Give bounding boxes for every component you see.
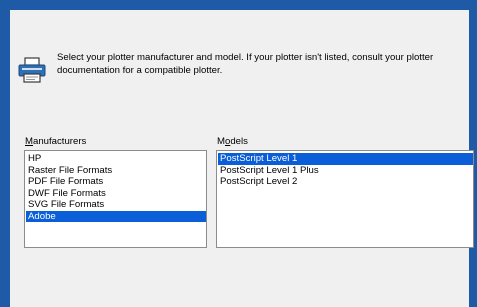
models-label-prefix: M (217, 136, 225, 147)
models-listbox[interactable]: PostScript Level 1 PostScript Level 1 Pl… (216, 150, 474, 248)
window-frame-top (0, 0, 477, 10)
model-item-postscript-level-2[interactable]: PostScript Level 2 (218, 176, 473, 188)
model-item-postscript-level-1[interactable]: PostScript Level 1 (218, 153, 473, 165)
model-item-postscript-level-1-plus[interactable]: PostScript Level 1 Plus (218, 165, 473, 177)
instruction-text: Select your plotter manufacturer and mod… (57, 52, 434, 76)
manufacturer-item-adobe[interactable]: Adobe (26, 210, 206, 222)
models-label-text: dels (230, 136, 248, 147)
manufacturer-item-pdf-file-formats[interactable]: PDF File Formats (26, 176, 206, 188)
manufacturers-label-accelerator: M (25, 136, 33, 147)
manufacturers-listbox[interactable]: HP Raster File Formats PDF File Formats … (24, 150, 207, 248)
models-label: Models (217, 136, 248, 147)
window-frame-left (0, 0, 10, 307)
manufacturer-item-dwf-file-formats[interactable]: DWF File Formats (26, 188, 206, 200)
manufacturer-item-raster-file-formats[interactable]: Raster File Formats (26, 165, 206, 177)
manufacturers-label-text: anufacturers (33, 136, 87, 147)
manufacturer-item-hp[interactable]: HP (26, 153, 206, 165)
manufacturer-item-svg-file-formats[interactable]: SVG File Formats (26, 199, 206, 211)
plotter-icon (18, 57, 46, 83)
manufacturers-label: Manufacturers (25, 136, 86, 147)
